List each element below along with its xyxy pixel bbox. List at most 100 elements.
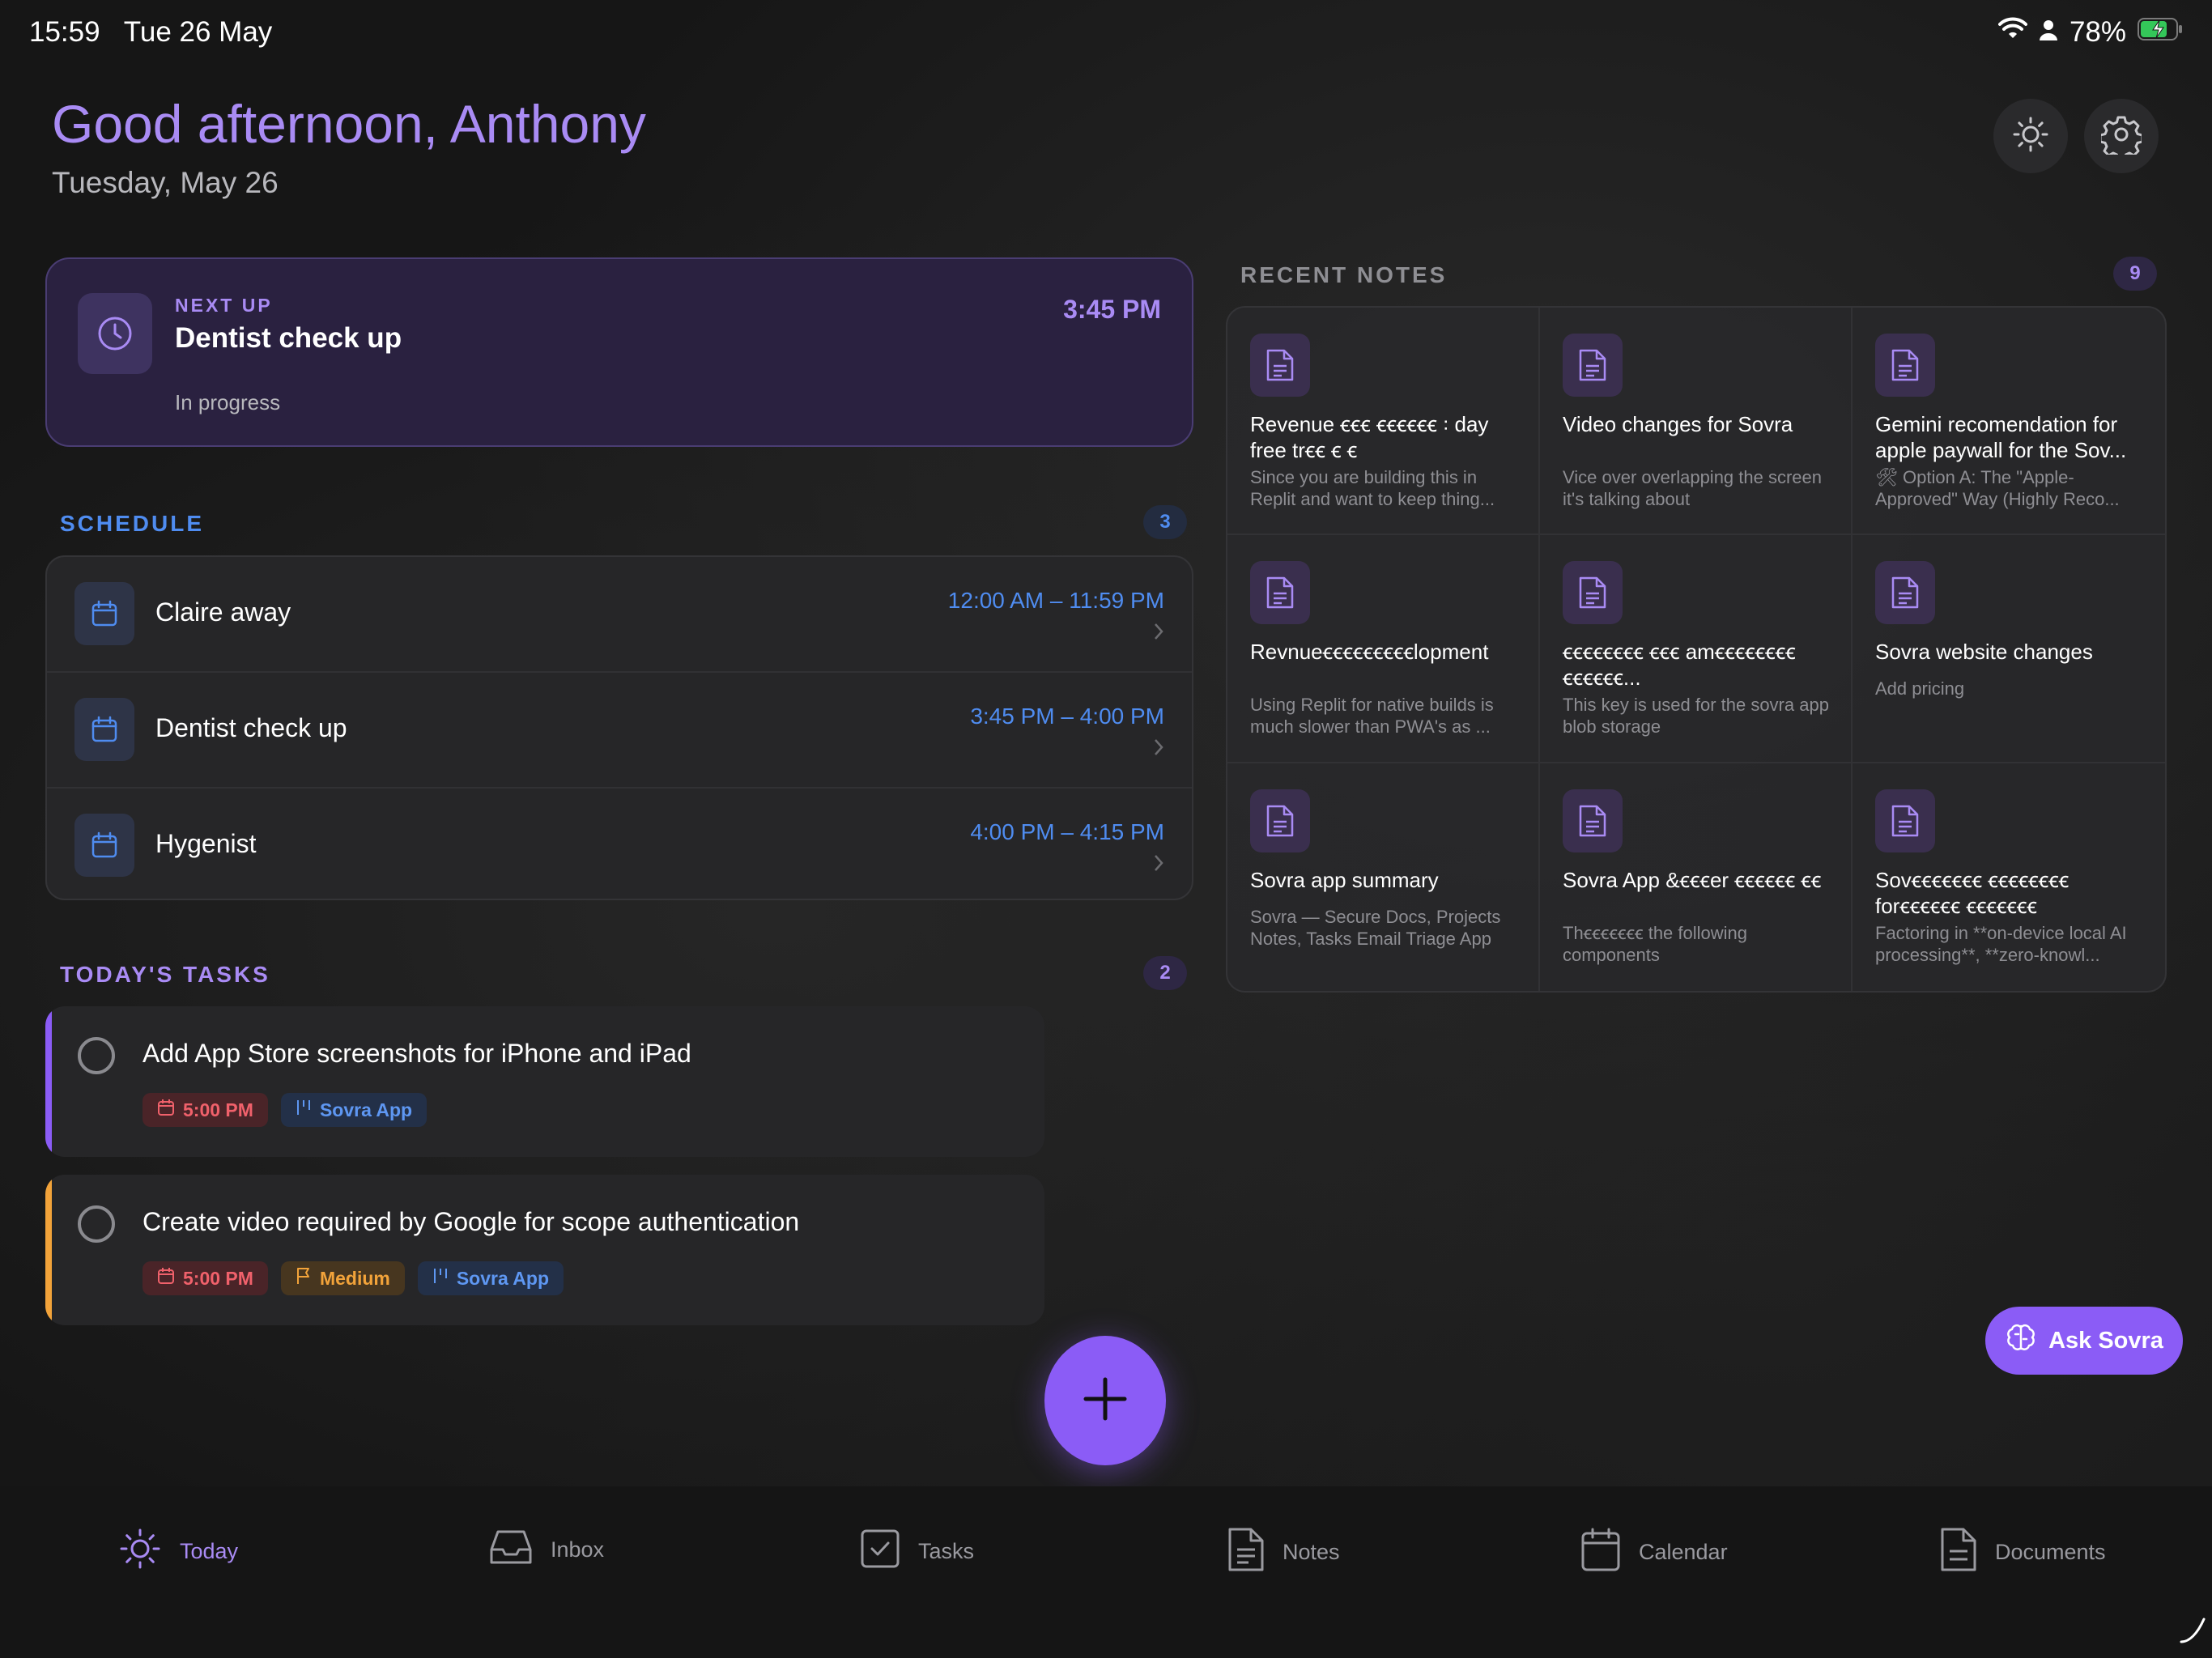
plus-icon	[1081, 1375, 1129, 1427]
next-up-card[interactable]: NEXT UP Dentist check up 3:45 PM In prog…	[45, 257, 1193, 447]
note-preview: Factoring in **on-device local AI proces…	[1875, 922, 2127, 965]
project-chip: Sovra App	[417, 1261, 564, 1295]
tab-calendar[interactable]: Calendar	[1580, 1527, 1728, 1578]
status-date: Tue 26 May	[123, 16, 273, 48]
status-bar-right: 78%	[1997, 16, 2183, 49]
note-preview: Using Replit for native builds is much s…	[1250, 695, 1494, 738]
note-icon	[1875, 334, 1935, 397]
calendar-icon	[74, 814, 134, 877]
sun-icon	[118, 1527, 162, 1576]
schedule-item[interactable]: Dentist check up 3:45 PM – 4:00 PM	[47, 673, 1192, 789]
task-checkbox[interactable]	[78, 1037, 115, 1074]
next-up-time: 3:45 PM	[1063, 295, 1161, 324]
note-icon	[1875, 789, 1935, 852]
tab-notes[interactable]: Notes	[1227, 1527, 1340, 1578]
note-icon	[1875, 561, 1935, 625]
due-time: 5:00 PM	[183, 1099, 253, 1120]
note-title: Sovra App &ꞓꞓꞓer ꞓꞓꞓꞓꞓꞓ ꞓꞓ	[1563, 867, 1822, 892]
note-title: Sovra website changes	[1875, 640, 2093, 665]
task-meta: 5:00 PM Medium Sovra App	[143, 1261, 564, 1295]
note-title: Sovꞓꞓꞓꞓꞓꞓꞓ ꞓꞓꞓꞓꞓꞓꞓꞓ forꞓꞓꞓꞓꞓꞓ ꞓꞓꞓꞓꞓꞓꞓ	[1875, 867, 2069, 918]
note-item[interactable]: ꞓꞓꞓꞓꞓꞓꞓꞓ ꞓꞓꞓ amꞓꞓꞓꞓꞓꞓꞓꞓ ꞓꞓꞓꞓꞓꞓ... This ke…	[1540, 535, 1853, 763]
project-chip: Sovra App	[280, 1093, 428, 1127]
chevron-right-icon	[1153, 738, 1164, 761]
tab-label: Documents	[1995, 1540, 2106, 1564]
tab-bar: Today Inbox Tasks Notes Calendar Documen…	[0, 1486, 2212, 1658]
add-button[interactable]	[1044, 1336, 1166, 1465]
note-icon	[1563, 334, 1623, 397]
note-item[interactable]: Revnueꞓꞓꞓꞓꞓꞓꞓꞓꞓlopment Using Replit for n…	[1227, 535, 1540, 763]
next-up-status: In progress	[175, 390, 281, 414]
due-chip: 5:00 PM	[143, 1261, 268, 1295]
note-item[interactable]: Revenue ꞓꞓꞓ ꞓꞓꞓꞓꞓꞓ ꞉ day free trꞓꞓ ꞓ ꞓ Si…	[1227, 308, 1540, 536]
schedule-header: SCHEDULE	[60, 511, 205, 536]
note-item[interactable]: Gemini recomendation for apple paywall f…	[1853, 308, 2165, 536]
inbox-icon	[489, 1527, 533, 1573]
schedule-item[interactable]: Claire away 12:00 AM – 11:59 PM	[47, 557, 1192, 673]
project-icon	[432, 1267, 449, 1290]
schedule-item-title: Dentist check up	[155, 713, 347, 742]
note-item[interactable]: Sovra website changes Add pricing	[1853, 535, 2165, 763]
pencil-indicator-icon	[2178, 1616, 2207, 1649]
schedule-item-time: 3:45 PM – 4:00 PM	[970, 704, 1164, 729]
tasks-header: TODAY'S TASKS	[60, 962, 270, 987]
tab-today[interactable]: Today	[118, 1527, 238, 1576]
project-name: Sovra App	[456, 1267, 549, 1289]
brain-icon	[2005, 1321, 2037, 1360]
tab-tasks[interactable]: Tasks	[860, 1527, 974, 1576]
ask-sovra-button[interactable]: Ask Sovra	[1985, 1307, 2183, 1375]
note-title: ꞓꞓꞓꞓꞓꞓꞓꞓ ꞓꞓꞓ amꞓꞓꞓꞓꞓꞓꞓꞓ ꞓꞓꞓꞓꞓꞓ...	[1563, 640, 1796, 691]
note-title: Gemini recomendation for apple paywall f…	[1875, 412, 2127, 462]
ask-sovra-label: Ask Sovra	[2048, 1327, 2163, 1354]
task-title: Add App Store screenshots for iPhone and…	[143, 1039, 691, 1068]
next-up-label: NEXT UP	[175, 295, 273, 316]
task-title: Create video required by Google for scop…	[143, 1207, 800, 1236]
note-title: Revnueꞓꞓꞓꞓꞓꞓꞓꞓꞓlopment	[1250, 640, 1489, 665]
calendar-icon	[157, 1099, 175, 1121]
checkbox-icon	[860, 1527, 900, 1576]
note-preview: Vice over overlapping the screen it's ta…	[1563, 467, 1823, 509]
tab-label: Inbox	[551, 1537, 605, 1562]
tab-label: Notes	[1283, 1540, 1340, 1564]
theme-toggle-button[interactable]	[1993, 99, 2068, 173]
tab-label: Calendar	[1639, 1540, 1728, 1564]
schedule-item[interactable]: Hygenist 4:00 PM – 4:15 PM	[47, 789, 1192, 899]
note-icon	[1227, 1527, 1265, 1578]
note-item[interactable]: Video changes for Sovra Vice over overlap…	[1540, 308, 1853, 536]
chevron-right-icon	[1153, 622, 1164, 645]
note-item[interactable]: Sovra app summary Sovra — Secure Docs, Pr…	[1227, 763, 1540, 991]
priority-label: Medium	[319, 1267, 390, 1289]
note-item[interactable]: Sovꞓꞓꞓꞓꞓꞓꞓ ꞓꞓꞓꞓꞓꞓꞓꞓ forꞓꞓꞓꞓꞓꞓ ꞓꞓꞓꞓꞓꞓꞓ Fac…	[1853, 763, 2165, 991]
tab-documents[interactable]: Documents	[1940, 1527, 2106, 1578]
tab-label: Today	[180, 1539, 239, 1563]
task-card[interactable]: Create video required by Google for scop…	[45, 1175, 1044, 1325]
task-checkbox[interactable]	[78, 1205, 115, 1243]
schedule-count-badge: 3	[1143, 505, 1187, 539]
note-preview: Sovra — Secure Docs, Projects Notes, Tas…	[1250, 906, 1501, 949]
note-preview: Add pricing	[1875, 678, 1965, 699]
status-time: 15:59	[29, 16, 100, 48]
status-bar-time: 15:59 Tue 26 May	[29, 16, 272, 49]
note-icon	[1250, 789, 1310, 852]
task-meta: 5:00 PM Sovra App	[143, 1093, 428, 1127]
tab-label: Tasks	[918, 1539, 975, 1563]
due-chip: 5:00 PM	[143, 1093, 268, 1127]
notes-grid: Revenue ꞓꞓꞓ ꞓꞓꞓꞓꞓꞓ ꞉ day free trꞓꞓ ꞓ ꞓ Si…	[1226, 306, 2167, 993]
calendar-icon	[157, 1267, 175, 1290]
note-item[interactable]: Sovra App &ꞓꞓꞓer ꞓꞓꞓꞓꞓꞓ ꞓꞓ Thꞓꞓꞓꞓꞓꞓꞓ the …	[1540, 763, 1853, 991]
sun-icon	[2011, 115, 2050, 158]
person-icon	[2039, 16, 2058, 49]
note-title: Sovra app summary	[1250, 867, 1439, 892]
tab-inbox[interactable]: Inbox	[489, 1527, 604, 1573]
calendar-icon	[1580, 1527, 1621, 1578]
calendar-icon	[74, 582, 134, 645]
note-icon	[1563, 561, 1623, 625]
due-time: 5:00 PM	[183, 1267, 253, 1289]
clock-icon	[78, 293, 152, 374]
schedule-item-title: Hygenist	[155, 829, 257, 858]
schedule-item-title: Claire away	[155, 597, 291, 627]
task-card[interactable]: Add App Store screenshots for iPhone and…	[45, 1006, 1044, 1157]
settings-button[interactable]	[2084, 99, 2159, 173]
schedule-list: Claire away 12:00 AM – 11:59 PM Dentist …	[45, 555, 1193, 900]
schedule-item-time: 4:00 PM – 4:15 PM	[970, 819, 1164, 844]
